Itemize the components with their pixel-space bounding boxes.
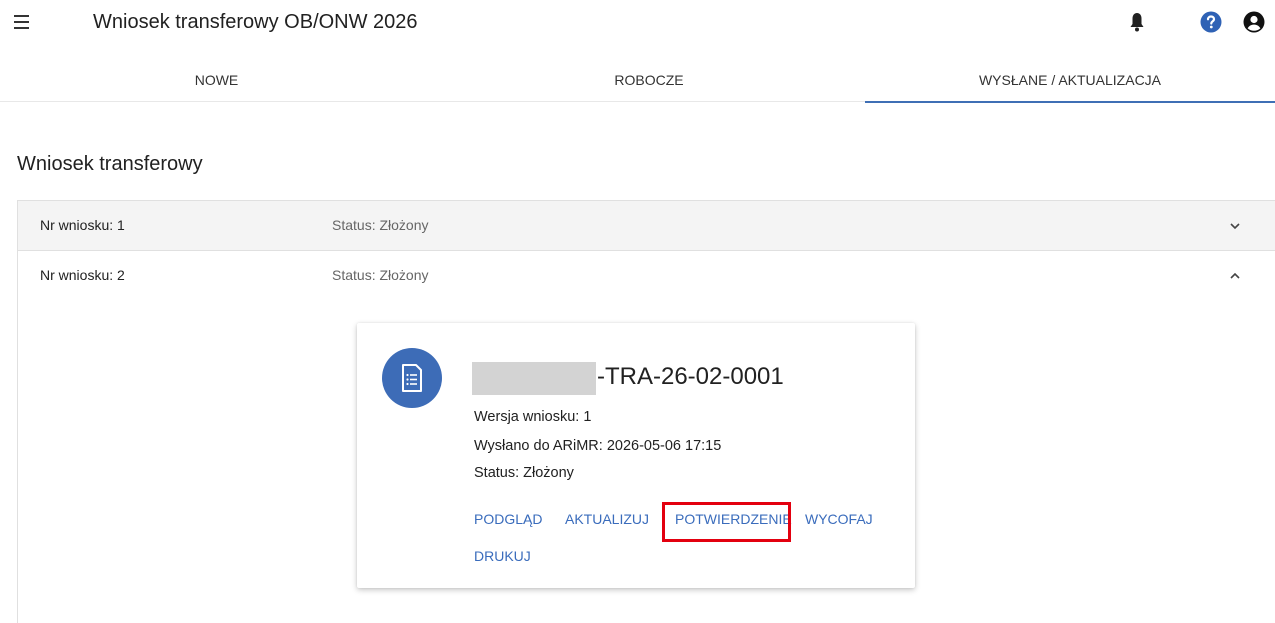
chevron-up-icon[interactable] — [1228, 269, 1242, 283]
redacted-block — [472, 362, 596, 395]
application-row-2[interactable]: Nr wniosku: 2 Status: Złożony — [18, 251, 1275, 301]
application-number: Nr wniosku: 2 — [40, 267, 125, 283]
application-version: Wersja wniosku: 1 — [474, 409, 592, 425]
aktualizuj-button[interactable]: AKTUALIZUJ — [565, 511, 649, 527]
menu-icon[interactable] — [14, 12, 32, 30]
section-title: Wniosek transferowy — [17, 153, 203, 175]
page-title: Wniosek transferowy OB/ONW 2026 — [93, 11, 418, 33]
document-avatar — [382, 348, 442, 408]
podglad-button[interactable]: PODGLĄD — [474, 511, 542, 527]
bell-icon[interactable] — [1125, 10, 1149, 34]
application-status: Status: Złożony — [332, 217, 429, 233]
account-icon[interactable] — [1242, 10, 1266, 34]
application-status-detail: Status: Złożony — [474, 465, 574, 481]
chevron-down-icon[interactable] — [1228, 219, 1242, 233]
application-sent-date: Wysłano do ARiMR: 2026-05-06 17:15 — [474, 438, 722, 454]
help-icon[interactable] — [1199, 10, 1223, 34]
tab-wyslane-aktualizacja[interactable]: WYSŁANE / AKTUALIZACJA — [865, 66, 1275, 103]
document-list-icon — [402, 364, 422, 392]
application-document-id: -TRA-26-02-0001 — [597, 363, 784, 390]
tab-nowe[interactable]: NOWE — [0, 66, 433, 102]
wycofaj-button[interactable]: WYCOFAJ — [805, 511, 873, 527]
application-status: Status: Złożony — [332, 267, 429, 283]
application-number: Nr wniosku: 1 — [40, 217, 125, 233]
top-app-bar: Wniosek transferowy OB/ONW 2026 — [0, 0, 1275, 46]
application-row-1[interactable]: Nr wniosku: 1 Status: Złożony — [18, 201, 1275, 251]
tab-robocze[interactable]: ROBOCZE — [433, 66, 865, 102]
drukuj-button[interactable]: DRUKUJ — [474, 548, 531, 564]
highlight-box — [662, 502, 791, 542]
application-card: -TRA-26-02-0001 Wersja wniosku: 1 Wysłan… — [357, 323, 915, 588]
tab-bar: NOWE ROBOCZE WYSŁANE / AKTUALIZACJA — [0, 66, 1275, 103]
